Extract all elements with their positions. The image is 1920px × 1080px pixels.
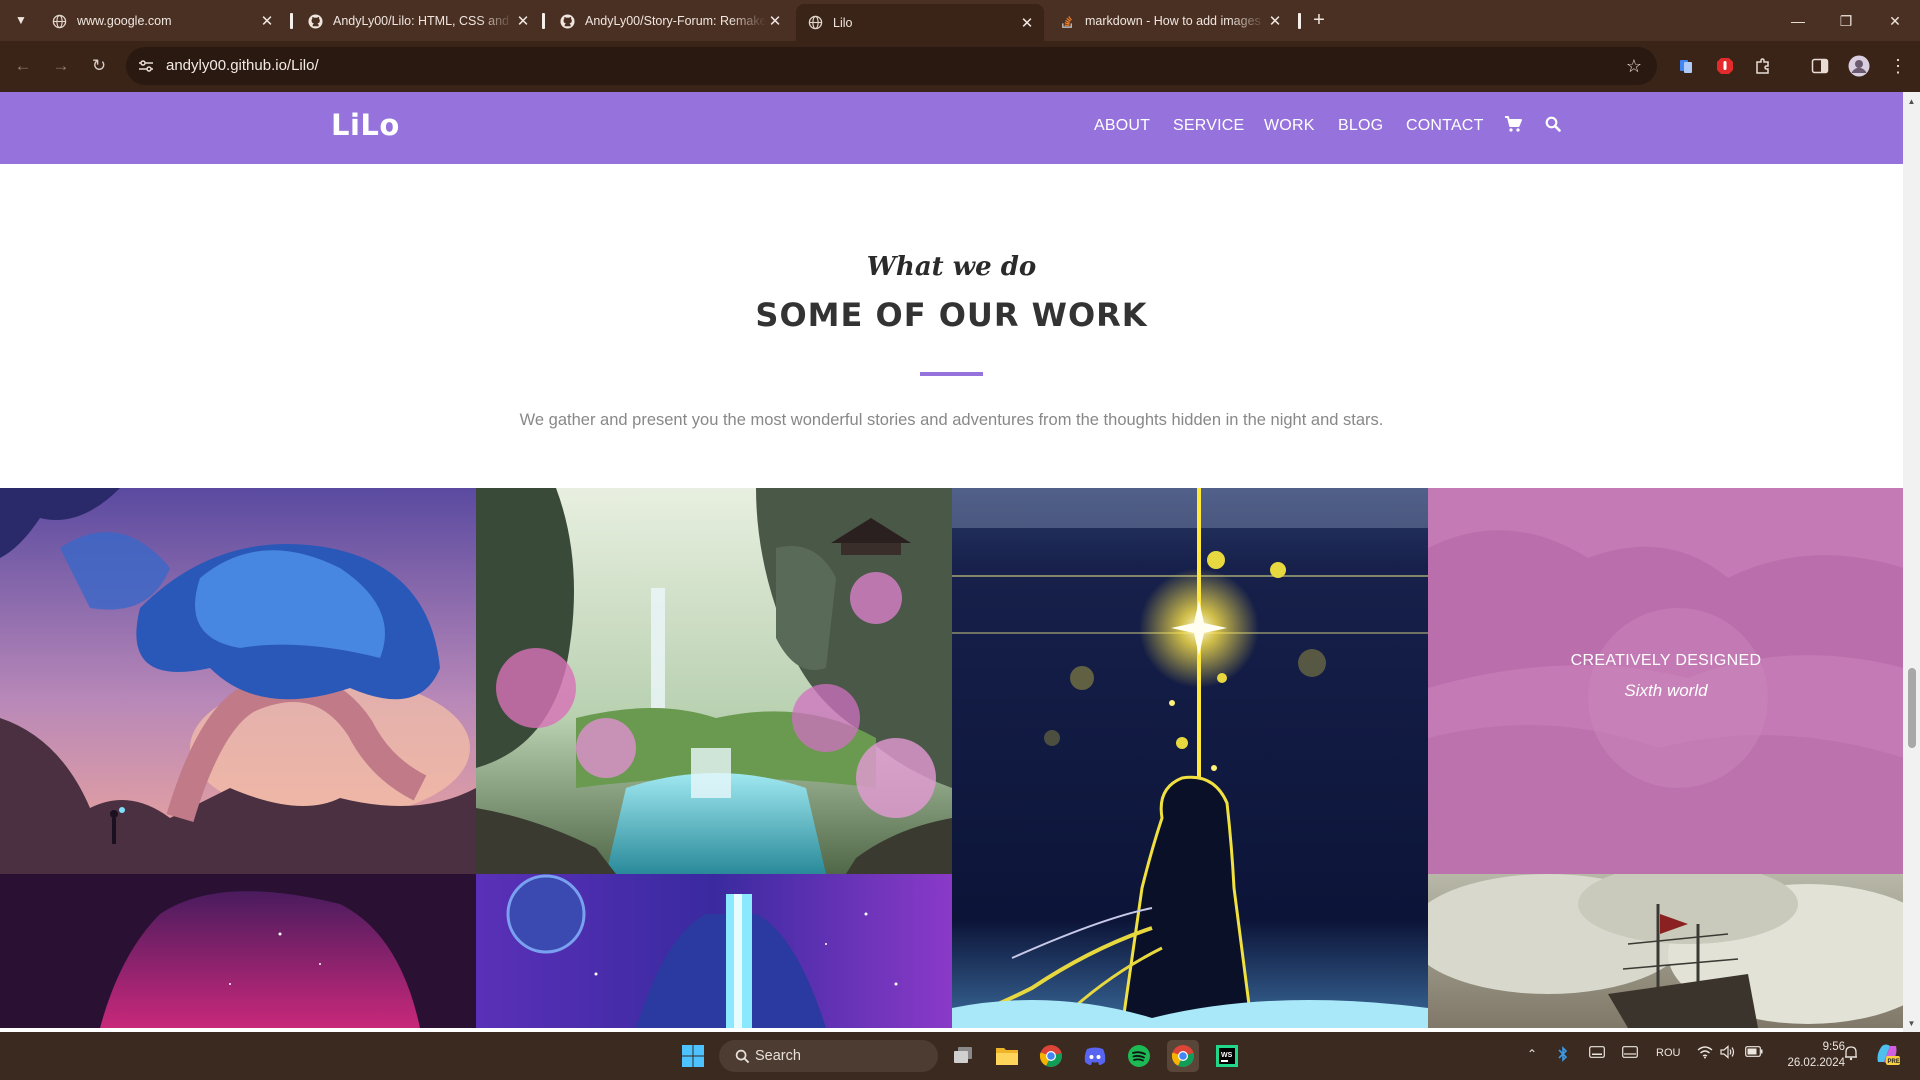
discord-icon[interactable] bbox=[1079, 1040, 1111, 1072]
tab-stackoverflow[interactable]: markdown - How to add images to ✕ bbox=[1048, 8, 1292, 34]
chrome-icon[interactable] bbox=[1035, 1040, 1067, 1072]
tab-separator bbox=[542, 13, 545, 29]
battery-icon[interactable] bbox=[1745, 1046, 1763, 1060]
page-viewport: LiLo ABOUT SERVICE WORK BLOG CONTACT Wha… bbox=[0, 92, 1903, 1032]
extension-adblock-icon[interactable] bbox=[1713, 54, 1737, 78]
github-icon bbox=[560, 13, 575, 29]
globe-icon bbox=[52, 14, 67, 29]
volume-icon[interactable] bbox=[1720, 1045, 1736, 1062]
tab-title: markdown - How to add images to bbox=[1085, 14, 1266, 28]
reload-button[interactable]: ↻ bbox=[86, 53, 112, 79]
wifi-icon[interactable] bbox=[1697, 1045, 1713, 1062]
cart-icon[interactable] bbox=[1504, 116, 1522, 137]
clock-date[interactable]: 26.02.2024 bbox=[1775, 1057, 1845, 1069]
gallery-hover-title: CREATIVELY DESIGNED bbox=[1570, 652, 1762, 669]
section-description: We gather and present you the most wonde… bbox=[519, 411, 1384, 429]
bluetooth-icon[interactable] bbox=[1558, 1046, 1568, 1065]
github-icon bbox=[308, 13, 323, 29]
nav-work[interactable]: WORK bbox=[1264, 117, 1315, 135]
tab-title: AndyLy00/Lilo: HTML, CSS and JS project bbox=[333, 14, 514, 28]
stackoverflow-icon bbox=[1060, 14, 1075, 29]
windows-start-icon[interactable] bbox=[677, 1040, 709, 1072]
nav-about[interactable]: ABOUT bbox=[1094, 117, 1150, 135]
side-panel-icon[interactable] bbox=[1808, 54, 1832, 78]
file-explorer-icon[interactable] bbox=[991, 1040, 1023, 1072]
new-tab-button[interactable]: + bbox=[1307, 8, 1331, 32]
site-header: LiLo ABOUT SERVICE WORK BLOG CONTACT bbox=[0, 92, 1903, 164]
taskbar-search-placeholder: Search bbox=[755, 1048, 801, 1064]
tray-overflow-chevron-icon[interactable]: ⌃ bbox=[1527, 1047, 1537, 1061]
browser-menu-icon[interactable]: ⋮ bbox=[1886, 54, 1910, 78]
forward-button[interactable]: → bbox=[48, 53, 74, 79]
close-icon[interactable]: ✕ bbox=[766, 12, 784, 30]
keyboard-icon[interactable] bbox=[1589, 1046, 1605, 1061]
restore-button[interactable]: ❐ bbox=[1834, 10, 1858, 32]
task-view-icon[interactable] bbox=[947, 1040, 979, 1072]
scroll-down-arrow-icon[interactable]: ▼ bbox=[1906, 1018, 1917, 1028]
close-icon[interactable]: ✕ bbox=[1266, 12, 1284, 30]
profile-avatar[interactable] bbox=[1847, 54, 1871, 78]
tab-google[interactable]: www.google.com ✕ bbox=[40, 8, 284, 34]
browser-tab-bar: ▼ www.google.com ✕ AndyLy00/Lilo: HTML, … bbox=[0, 0, 1920, 41]
extension-translate-icon[interactable] bbox=[1674, 54, 1698, 78]
gallery-image-sky-ship[interactable] bbox=[1428, 874, 1903, 1028]
section-title: SOME OF OUR WORK bbox=[755, 296, 1148, 334]
tab-story-forum-repo[interactable]: AndyLy00/Story-Forum: Remake to ✕ bbox=[548, 8, 792, 34]
scroll-up-arrow-icon[interactable]: ▲ bbox=[1906, 96, 1917, 106]
webstorm-icon[interactable]: WS bbox=[1211, 1040, 1243, 1072]
site-logo[interactable]: LiLo bbox=[331, 108, 400, 142]
chrome-active-icon[interactable] bbox=[1167, 1040, 1199, 1072]
tab-title: Lilo bbox=[833, 15, 853, 30]
url-text[interactable]: andyly00.github.io/Lilo/ bbox=[166, 57, 319, 74]
bookmark-star-icon[interactable]: ☆ bbox=[1623, 55, 1645, 77]
nav-service[interactable]: SERVICE bbox=[1173, 117, 1244, 135]
close-window-button[interactable]: ✕ bbox=[1883, 10, 1907, 32]
gallery-hover-subtitle: Sixth world bbox=[1624, 681, 1708, 700]
spotify-icon[interactable] bbox=[1123, 1040, 1155, 1072]
scrollbar-thumb[interactable] bbox=[1908, 668, 1916, 748]
site-info-icon[interactable] bbox=[136, 56, 156, 76]
page-scrollbar[interactable]: ▲ ▼ bbox=[1903, 92, 1920, 1032]
extensions-puzzle-icon[interactable] bbox=[1751, 54, 1775, 78]
close-icon[interactable]: ✕ bbox=[514, 12, 532, 30]
gallery-image-blue-tree[interactable] bbox=[0, 488, 476, 874]
minimize-button[interactable]: — bbox=[1786, 10, 1810, 32]
close-icon[interactable]: ✕ bbox=[1018, 14, 1036, 32]
search-icon bbox=[733, 1047, 751, 1065]
tab-separator bbox=[290, 13, 293, 29]
svg-text:WS: WS bbox=[1221, 1052, 1233, 1059]
search-icon[interactable] bbox=[1545, 116, 1561, 137]
gallery-image-purple-cave[interactable] bbox=[0, 874, 476, 1028]
nav-contact[interactable]: CONTACT bbox=[1406, 117, 1484, 135]
display-icon[interactable] bbox=[1622, 1046, 1638, 1061]
section-subtitle: What we do bbox=[866, 252, 1037, 282]
gallery-image-waterfall-valley[interactable] bbox=[476, 488, 952, 874]
back-button[interactable]: ← bbox=[10, 53, 36, 79]
copilot-icon[interactable]: PRE bbox=[1874, 1042, 1900, 1069]
clock-time[interactable]: 9:56 bbox=[1775, 1041, 1845, 1053]
close-icon[interactable]: ✕ bbox=[258, 12, 276, 30]
svg-text:PRE: PRE bbox=[1888, 1059, 1900, 1065]
globe-icon bbox=[808, 15, 823, 30]
windows-taskbar: Search WS ⌃ ROU 9:56 26.02.2024 PRE bbox=[0, 1032, 1920, 1080]
language-indicator[interactable]: ROU bbox=[1656, 1047, 1680, 1059]
title-divider bbox=[920, 372, 983, 376]
address-bar[interactable]: andyly00.github.io/Lilo/ ☆ bbox=[126, 47, 1657, 85]
gallery-image-starlight-girl[interactable] bbox=[952, 488, 1428, 1028]
gallery-image-cosmic-waterfall[interactable] bbox=[476, 874, 952, 1028]
taskbar-search-box[interactable]: Search bbox=[719, 1040, 938, 1072]
browser-toolbar: ← → ↻ andyly00.github.io/Lilo/ ☆ ⋮ bbox=[0, 41, 1920, 92]
tab-separator bbox=[1298, 13, 1301, 29]
tab-search-button[interactable]: ▼ bbox=[11, 10, 31, 30]
tab-lilo-repo[interactable]: AndyLy00/Lilo: HTML, CSS and JS project … bbox=[296, 8, 540, 34]
nav-blog[interactable]: BLOG bbox=[1338, 117, 1383, 135]
tab-lilo-active[interactable]: Lilo ✕ bbox=[796, 4, 1044, 41]
tab-title: www.google.com bbox=[77, 14, 172, 28]
tab-title: AndyLy00/Story-Forum: Remake to bbox=[585, 14, 766, 28]
notifications-icon[interactable] bbox=[1843, 1045, 1859, 1064]
gallery-image-sixth-world[interactable]: CREATIVELY DESIGNED Sixth world bbox=[1428, 488, 1903, 874]
